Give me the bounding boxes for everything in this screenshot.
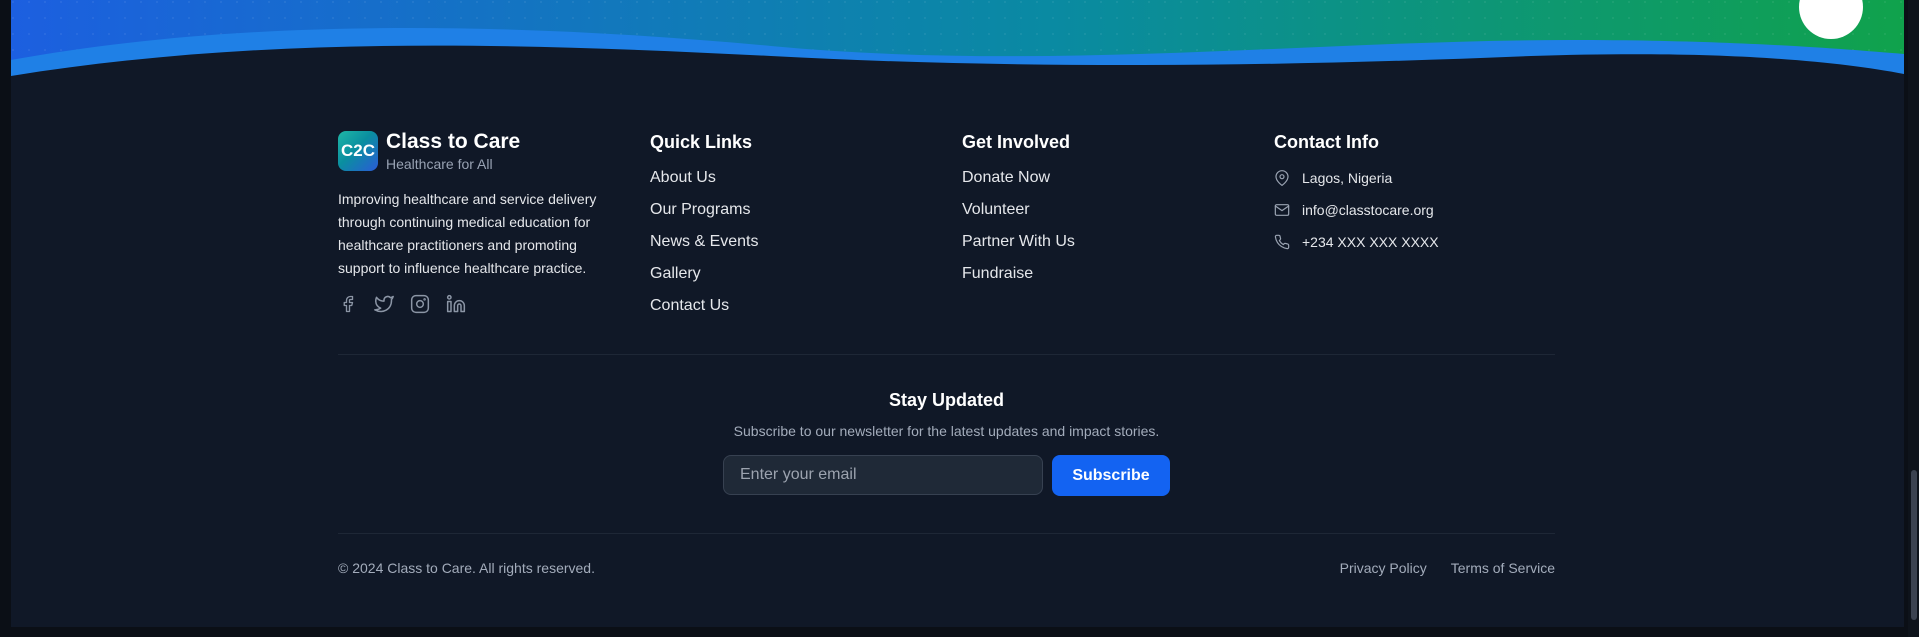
- mail-icon: [1274, 201, 1292, 219]
- contact-location: Lagos, Nigeria: [1274, 168, 1439, 188]
- link-volunteer[interactable]: Volunteer: [962, 200, 1075, 220]
- brand-name: Class to Care: [386, 130, 521, 153]
- footer-bottom-bar: © 2024 Class to Care. All rights reserve…: [338, 560, 1555, 576]
- quick-links-heading: Quick Links: [650, 132, 753, 152]
- facebook-icon[interactable]: [338, 294, 358, 314]
- link-our-programs[interactable]: Our Programs: [650, 200, 758, 220]
- twitter-icon[interactable]: [374, 294, 394, 314]
- link-contact-us[interactable]: Contact Us: [650, 296, 758, 316]
- link-news-events[interactable]: News & Events: [650, 232, 758, 252]
- newsletter-form: Subscribe: [338, 455, 1555, 496]
- social-links: [338, 294, 608, 314]
- phone-icon: [1274, 233, 1292, 251]
- newsletter-section: Stay Updated Subscribe to our newsletter…: [338, 390, 1555, 496]
- contact-info-heading: Contact Info: [1274, 132, 1379, 152]
- newsletter-title: Stay Updated: [888, 390, 1005, 410]
- newsletter-subtitle: Subscribe to our newsletter for the late…: [733, 423, 1160, 439]
- contact-info-column: Contact Info Lagos, Nigeria info@classto…: [1274, 130, 1439, 264]
- brand-tagline: Healthcare for All: [386, 156, 493, 172]
- email-input[interactable]: [723, 455, 1043, 495]
- contact-location-text: Lagos, Nigeria: [1302, 170, 1393, 186]
- link-partner-with-us[interactable]: Partner With Us: [962, 232, 1075, 252]
- link-about-us[interactable]: About Us: [650, 168, 758, 188]
- logo: C2C: [338, 131, 378, 171]
- map-pin-icon: [1274, 169, 1292, 187]
- contact-email-text: info@classtocare.org: [1302, 202, 1434, 218]
- link-gallery[interactable]: Gallery: [650, 264, 758, 284]
- copyright-text: © 2024 Class to Care. All rights reserve…: [338, 560, 595, 576]
- terms-of-service-link[interactable]: Terms of Service: [1451, 560, 1555, 576]
- contact-phone-text: +234 XXX XXX XXXX: [1302, 234, 1439, 250]
- contact-phone[interactable]: +234 XXX XXX XXXX: [1274, 232, 1439, 252]
- get-involved-column: Get Involved Donate Now Volunteer Partne…: [962, 130, 1075, 296]
- link-fundraise[interactable]: Fundraise: [962, 264, 1075, 284]
- bottom-divider: [338, 533, 1555, 534]
- contact-email[interactable]: info@classtocare.org: [1274, 200, 1439, 220]
- hero-wave-decoration: [11, 0, 1904, 80]
- instagram-icon[interactable]: [410, 294, 430, 314]
- brand-logo-row[interactable]: C2C Class to Care Healthcare for All: [338, 130, 608, 172]
- footer-divider: [338, 354, 1555, 355]
- quick-links-column: Quick Links About Us Our Programs News &…: [650, 130, 758, 328]
- scrollbar-thumb[interactable]: [1911, 470, 1917, 620]
- brand-column: C2C Class to Care Healthcare for All Imp…: [338, 130, 608, 314]
- subscribe-button[interactable]: Subscribe: [1052, 455, 1170, 496]
- scrollbar[interactable]: [1908, 0, 1919, 637]
- get-involved-heading: Get Involved: [962, 132, 1071, 152]
- legal-links: Privacy Policy Terms of Service: [1340, 560, 1555, 576]
- brand-description: Improving healthcare and service deliver…: [338, 191, 597, 276]
- privacy-policy-link[interactable]: Privacy Policy: [1340, 560, 1427, 576]
- linkedin-icon[interactable]: [446, 294, 466, 314]
- link-donate-now[interactable]: Donate Now: [962, 168, 1075, 188]
